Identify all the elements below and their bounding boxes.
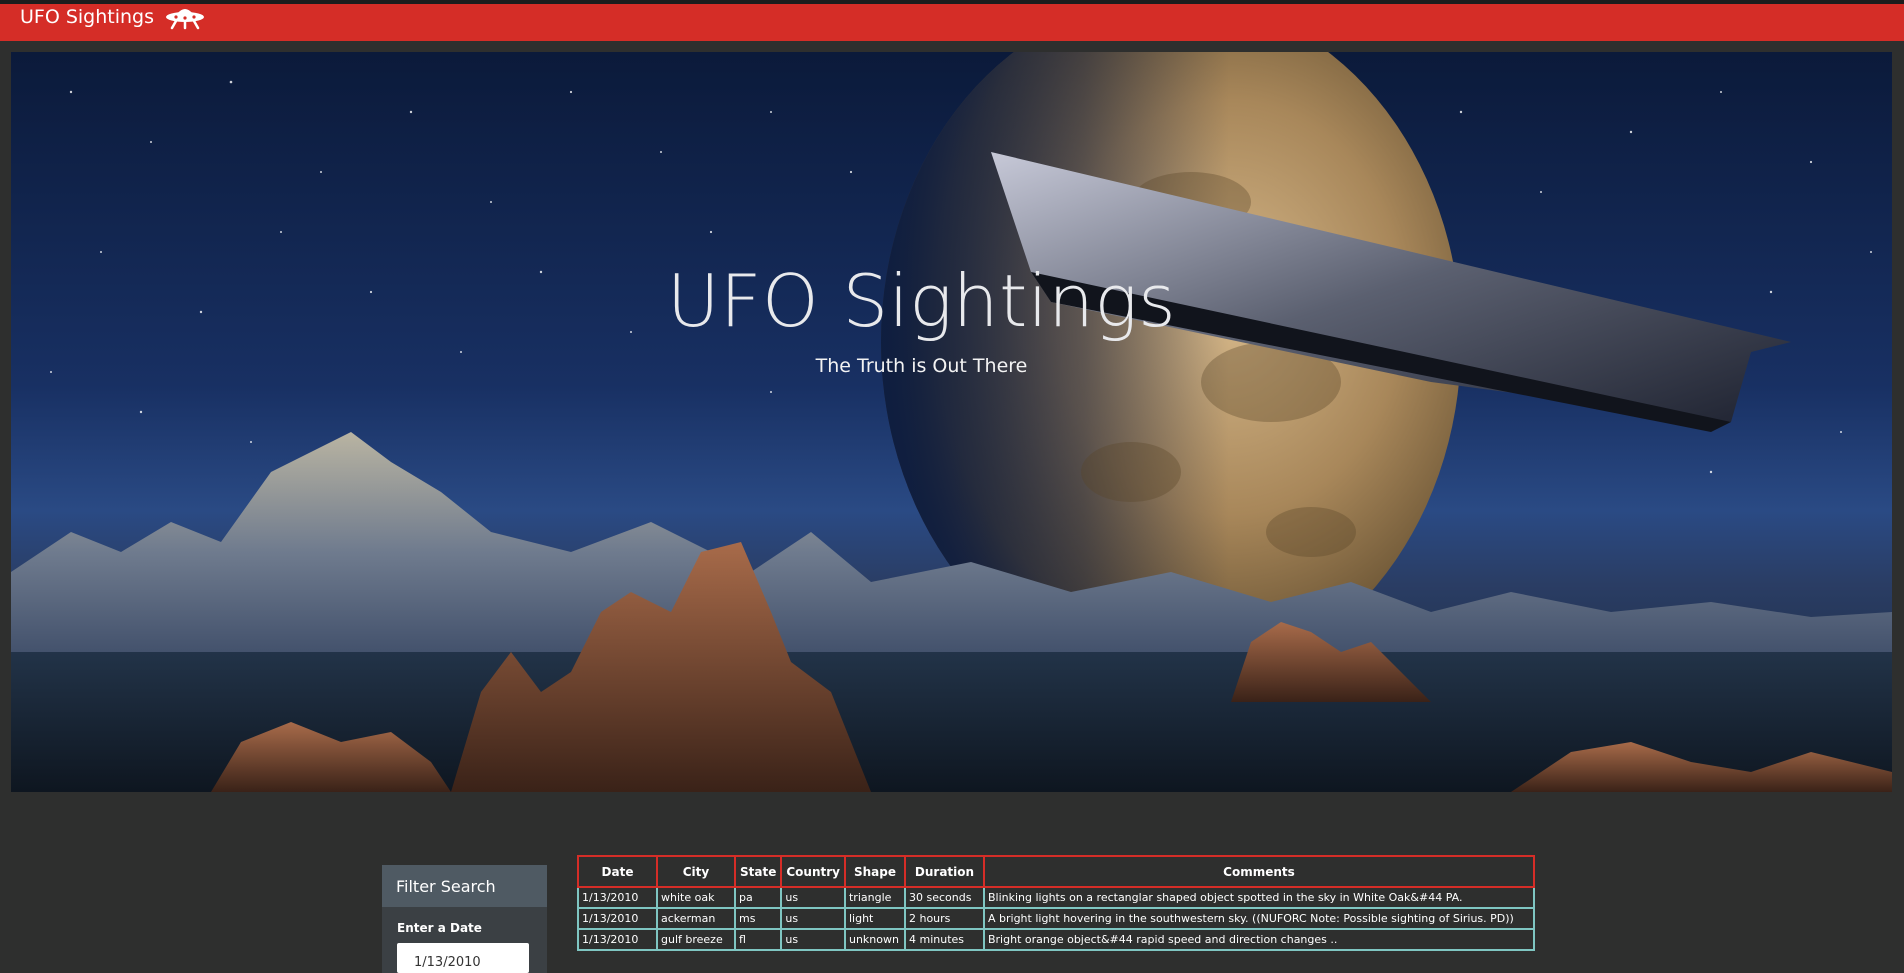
date-label: Enter a Date bbox=[397, 921, 482, 935]
cell-city: gulf breeze bbox=[656, 928, 736, 951]
header-duration: Duration bbox=[903, 855, 985, 888]
sightings-table: Date City State Country Shape Duration C… bbox=[577, 855, 1535, 951]
cell-country: us bbox=[780, 928, 846, 951]
brand-link[interactable]: UFO Sightings bbox=[20, 4, 206, 30]
hero-title: UFO Sightings bbox=[666, 259, 1177, 343]
hero-background-image bbox=[11, 52, 1892, 792]
cell-duration: 2 hours bbox=[903, 907, 985, 930]
cell-state: fl bbox=[733, 928, 783, 951]
cell-comments: Blinking lights on a rectanglar shaped o… bbox=[982, 886, 1535, 909]
navbar: UFO Sightings bbox=[0, 4, 1904, 41]
cell-city: ackerman bbox=[656, 907, 736, 930]
cell-date: 1/13/2010 bbox=[577, 907, 658, 930]
cell-shape: unknown bbox=[843, 928, 906, 951]
filter-heading: Filter Search bbox=[382, 865, 547, 907]
header-country: Country bbox=[780, 855, 846, 888]
cell-shape: triangle bbox=[843, 886, 906, 909]
ufo-icon bbox=[164, 4, 206, 30]
header-date: Date bbox=[577, 855, 658, 888]
table-header-row: Date City State Country Shape Duration C… bbox=[577, 855, 1535, 888]
cell-date: 1/13/2010 bbox=[577, 886, 658, 909]
cell-state: pa bbox=[733, 886, 783, 909]
header-city: City bbox=[656, 855, 736, 888]
hero-subtitle: The Truth is Out There bbox=[815, 355, 1028, 377]
cell-date: 1/13/2010 bbox=[577, 928, 658, 951]
cell-duration: 30 seconds bbox=[903, 886, 985, 909]
brand-text: UFO Sightings bbox=[20, 5, 155, 28]
cell-duration: 4 minutes bbox=[903, 928, 985, 951]
cell-comments: Bright orange object&#44 rapid speed and… bbox=[982, 928, 1535, 951]
cell-country: us bbox=[780, 886, 846, 909]
cell-state: ms bbox=[733, 907, 783, 930]
cell-comments: A bright light hovering in the southwest… bbox=[982, 907, 1535, 930]
table-row: 1/13/2010 white oak pa us triangle 30 se… bbox=[577, 886, 1535, 909]
header-state: State bbox=[733, 855, 783, 888]
header-shape: Shape bbox=[843, 855, 906, 888]
table-row: 1/13/2010 gulf breeze fl us unknown 4 mi… bbox=[577, 928, 1535, 951]
filter-panel: Filter Search Enter a Date bbox=[382, 865, 547, 973]
hero-banner: UFO Sightings The Truth is Out There bbox=[11, 52, 1892, 792]
date-input[interactable] bbox=[397, 943, 529, 973]
cell-shape: light bbox=[843, 907, 906, 930]
table-row: 1/13/2010 ackerman ms us light 2 hours A… bbox=[577, 907, 1535, 930]
header-comments: Comments bbox=[982, 855, 1535, 888]
cell-city: white oak bbox=[656, 886, 736, 909]
cell-country: us bbox=[780, 907, 846, 930]
